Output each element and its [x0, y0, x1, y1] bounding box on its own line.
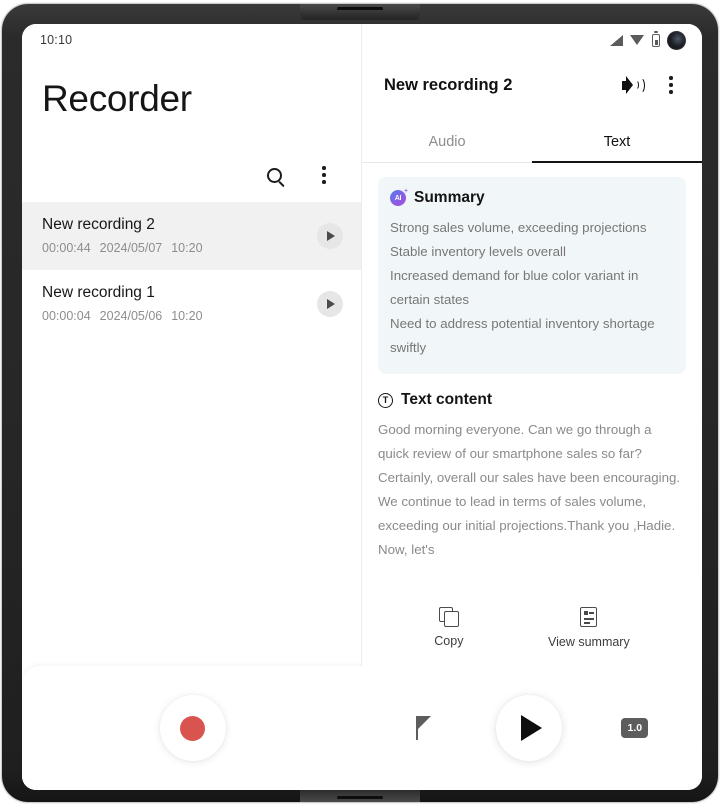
- screen: 10:10 Recorder New recording 2 00:00:44 …: [22, 24, 702, 790]
- playback-speed-button[interactable]: 1.0: [621, 718, 649, 738]
- recordings-list-panel: 10:10 Recorder New recording 2 00:00:44 …: [22, 24, 363, 790]
- recording-duration: 00:00:44: [42, 241, 91, 255]
- table-row[interactable]: New recording 1 00:00:04 2024/05/06 10:2…: [22, 270, 361, 338]
- summary-line: Increased demand for blue color variant …: [390, 268, 639, 307]
- text-content-section: T Text content Good morning everyone. Ca…: [378, 391, 686, 562]
- status-bar-right: [362, 24, 702, 56]
- battery-icon: [652, 33, 660, 47]
- table-row[interactable]: New recording 2 00:00:44 2024/05/07 10:2…: [22, 202, 361, 270]
- recording-submeta: 00:00:04 2024/05/06 10:20: [42, 309, 317, 323]
- list-toolbar: [22, 120, 361, 202]
- action-row: Copy View summary: [362, 593, 702, 649]
- device-frame: 10:10 Recorder New recording 2 00:00:44 …: [2, 4, 718, 802]
- recording-meta: New recording 2 00:00:44 2024/05/07 10:2…: [42, 216, 317, 255]
- row-play-button[interactable]: [317, 222, 343, 249]
- view-summary-button[interactable]: View summary: [548, 607, 630, 649]
- text-content-heading: Text content: [401, 391, 492, 408]
- list-overflow-button[interactable]: [311, 162, 337, 188]
- summary-card: AI Summary Strong sales volume, exceedin…: [378, 177, 686, 374]
- signal-icon: [609, 34, 623, 46]
- transcript-text: Good morning everyone. Can we go through…: [378, 422, 681, 557]
- row-play-button[interactable]: [317, 290, 343, 317]
- status-bar-left: 10:10: [22, 24, 361, 56]
- copy-button-label: Copy: [434, 634, 464, 648]
- wifi-icon: [630, 34, 645, 46]
- summary-heading: Summary: [414, 189, 485, 206]
- more-vertical-icon: [322, 166, 326, 184]
- speaker-icon[interactable]: [622, 76, 645, 94]
- recording-submeta: 00:00:44 2024/05/07 10:20: [42, 241, 317, 255]
- detail-body: AI Summary Strong sales volume, exceedin…: [362, 163, 702, 593]
- recording-time: 10:20: [171, 309, 203, 323]
- copy-button[interactable]: Copy: [434, 607, 463, 648]
- player-controls: 1.0: [362, 666, 702, 790]
- recording-date: 2024/05/06: [99, 309, 163, 323]
- flag-marker-icon[interactable]: [415, 716, 436, 740]
- play-icon: [520, 715, 542, 741]
- text-content-heading-row: T Text content: [378, 391, 686, 409]
- more-vertical-icon: [669, 76, 673, 94]
- text-circle-icon: T: [378, 392, 393, 408]
- device-hinge-top: [300, 4, 420, 20]
- copy-icon: [439, 607, 460, 627]
- summary-line: Stable inventory levels overall: [390, 244, 566, 259]
- camera-icon: [667, 30, 686, 50]
- record-dot-icon: [180, 715, 205, 741]
- detail-overflow-button[interactable]: [658, 72, 684, 98]
- play-icon: [327, 230, 335, 241]
- document-list-icon: [580, 607, 598, 627]
- recording-detail-panel: New recording 2 Audio Text AI Summary St…: [362, 24, 702, 790]
- search-button[interactable]: [261, 162, 287, 188]
- status-clock: 10:10: [40, 33, 73, 47]
- page-title: Recorder: [42, 78, 192, 119]
- recording-name: New recording 2: [42, 216, 155, 233]
- summary-line: Need to address potential inventory shor…: [390, 316, 655, 355]
- recording-name: New recording 1: [42, 284, 155, 301]
- view-summary-button-label: View summary: [547, 635, 630, 649]
- detail-tabs: Audio Text: [362, 122, 702, 163]
- ai-sparkle-icon: AI: [390, 190, 406, 206]
- recording-meta: New recording 1 00:00:04 2024/05/06 10:2…: [42, 284, 317, 323]
- play-button[interactable]: [495, 695, 562, 761]
- detail-header: New recording 2: [362, 56, 702, 98]
- tab-audio[interactable]: Audio: [362, 122, 532, 162]
- search-icon: [266, 167, 282, 183]
- summary-heading-row: AI Summary: [390, 189, 674, 207]
- text-circle-icon-letter: T: [382, 394, 389, 405]
- detail-title: New recording 2: [384, 75, 513, 94]
- recording-duration: 00:00:04: [42, 309, 91, 323]
- summary-line: Strong sales volume, exceeding projectio…: [390, 220, 647, 235]
- recording-date: 2024/05/07: [99, 241, 163, 255]
- record-bar: [22, 666, 363, 790]
- recording-time: 10:20: [171, 241, 203, 255]
- tab-text[interactable]: Text: [532, 122, 702, 163]
- play-icon: [327, 298, 335, 309]
- record-button[interactable]: [159, 695, 226, 761]
